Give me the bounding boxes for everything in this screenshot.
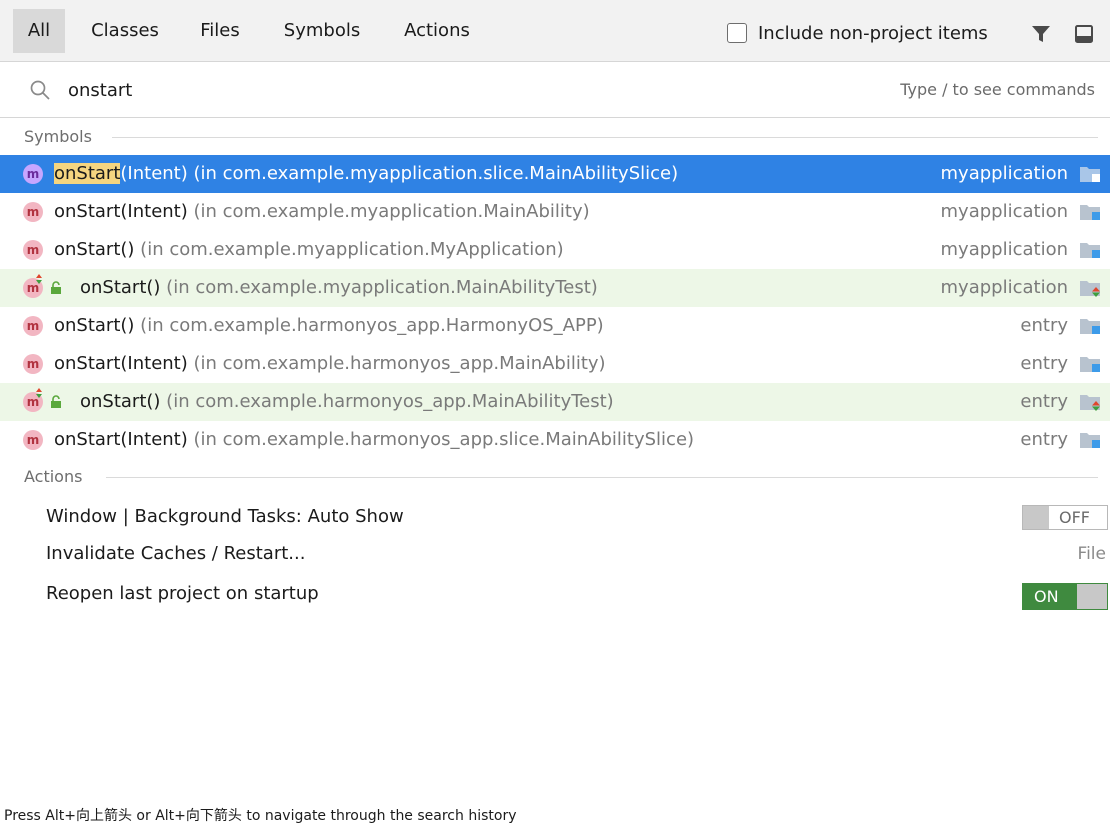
- symbol-text: onStart() (in com.example.harmonyos_app.…: [54, 307, 604, 345]
- match-highlight: onStart: [54, 163, 121, 184]
- action-label: Window | Background Tasks: Auto Show: [46, 506, 404, 527]
- toggle-switch[interactable]: OFF: [1022, 505, 1108, 530]
- module-folder-icon: [1080, 319, 1100, 334]
- action-label: Reopen last project on startup: [46, 583, 319, 604]
- access-lock-icon: [51, 395, 61, 408]
- module-folder-icon: [1080, 433, 1100, 448]
- module-name: entry: [1020, 429, 1068, 450]
- include-non-project-checkbox[interactable]: [727, 23, 747, 43]
- symbol-location: (in com.example.myapplication.slice.Main…: [193, 163, 679, 184]
- toggle-switch[interactable]: ON: [1022, 583, 1108, 610]
- section-divider: [106, 477, 1098, 478]
- section-actions: Actions: [0, 464, 1110, 490]
- symbol-text: onStart(Intent) (in com.example.myapplic…: [54, 155, 678, 193]
- symbol-location: (in com.example.harmonyos_app.slice.Main…: [193, 429, 695, 450]
- include-non-project-toggle[interactable]: Include non-project items: [727, 20, 988, 46]
- symbol-name: onStart(Intent): [54, 353, 188, 374]
- symbol-row[interactable]: m onStart() (in com.example.harmonyos_ap…: [0, 307, 1110, 345]
- window-icon[interactable]: [1073, 23, 1095, 45]
- action-row[interactable]: Reopen last project on startup ON: [0, 574, 1110, 614]
- module-folder-icon: [1080, 167, 1100, 182]
- symbol-row[interactable]: m onStart(Intent) (in com.example.myappl…: [0, 155, 1110, 193]
- search-icon: [30, 80, 50, 100]
- filter-icon[interactable]: [1031, 24, 1051, 44]
- module-name: myapplication: [940, 201, 1068, 222]
- method-icon: m: [23, 240, 43, 260]
- symbol-name: onStart(): [54, 239, 135, 260]
- tab-classes[interactable]: Classes: [78, 9, 172, 53]
- test-run-icon: [36, 274, 42, 284]
- method-icon: m: [23, 202, 43, 222]
- access-lock-icon: [51, 281, 61, 294]
- symbol-row[interactable]: m onStart(Intent) (in com.example.myappl…: [0, 193, 1110, 231]
- symbol-text: onStart() (in com.example.harmonyos_app.…: [80, 383, 614, 421]
- method-icon: m: [23, 316, 43, 336]
- search-input[interactable]: [68, 75, 768, 105]
- symbol-text: onStart() (in com.example.myapplication.…: [80, 269, 598, 307]
- symbol-text: onStart() (in com.example.myapplication.…: [54, 231, 564, 269]
- method-icon: m: [23, 354, 43, 374]
- module-name: entry: [1020, 391, 1068, 412]
- symbol-text: onStart(Intent) (in com.example.harmonyo…: [54, 421, 694, 459]
- module-name: entry: [1020, 315, 1068, 336]
- symbol-location: (in com.example.myapplication.MainAbilit…: [193, 201, 590, 222]
- symbol-name: onStart(): [80, 391, 161, 412]
- tab-actions[interactable]: Actions: [390, 9, 484, 53]
- symbol-location: (in com.example.harmonyos_app.MainAbilit…: [166, 391, 614, 412]
- tab-symbols[interactable]: Symbols: [270, 9, 374, 53]
- status-footer: Press Alt+向上箭头 or Alt+向下箭头 to navigate t…: [0, 806, 1110, 827]
- test-run-icon: [36, 388, 42, 398]
- test-folder-icon: [1080, 395, 1100, 411]
- symbol-text: onStart(Intent) (in com.example.myapplic…: [54, 193, 590, 231]
- action-label: Invalidate Caches / Restart...: [46, 543, 306, 564]
- toggle-knob: [1077, 584, 1107, 609]
- toggle-state: ON: [1034, 587, 1059, 606]
- section-divider: [112, 137, 1098, 138]
- symbol-name: onStart(): [80, 277, 161, 298]
- toggle-state: OFF: [1059, 508, 1090, 527]
- symbol-name: onStart(Intent): [54, 201, 188, 222]
- search-row: Type / to see commands: [0, 62, 1110, 118]
- symbol-row[interactable]: m onStart() (in com.example.myapplicatio…: [0, 231, 1110, 269]
- method-icon: m: [23, 430, 43, 450]
- search-hint: Type / to see commands: [900, 80, 1095, 99]
- action-row[interactable]: Invalidate Caches / Restart... File: [0, 534, 1110, 574]
- symbol-row[interactable]: m onStart() (in com.example.harmonyos_ap…: [0, 383, 1110, 421]
- symbol-name: onStart(Intent): [54, 429, 188, 450]
- symbol-signature: (Intent): [120, 163, 188, 184]
- module-name: myapplication: [940, 277, 1068, 298]
- module-name: myapplication: [940, 163, 1068, 184]
- test-folder-icon: [1080, 281, 1100, 297]
- module-folder-icon: [1080, 357, 1100, 372]
- search-everywhere-tabbar: All Classes Files Symbols Actions Includ…: [0, 0, 1110, 62]
- symbol-text: onStart(Intent) (in com.example.harmonyo…: [54, 345, 606, 383]
- section-actions-label: Actions: [24, 467, 83, 486]
- symbol-name: onStart(): [54, 315, 135, 336]
- module-folder-icon: [1080, 243, 1100, 258]
- symbol-location: (in com.example.myapplication.MainAbilit…: [166, 277, 598, 298]
- symbol-row[interactable]: m onStart() (in com.example.myapplicatio…: [0, 269, 1110, 307]
- search-history-hint: Press Alt+向上箭头 or Alt+向下箭头 to navigate t…: [4, 808, 517, 824]
- module-folder-icon: [1080, 205, 1100, 220]
- method-icon: m: [23, 164, 43, 184]
- tab-files[interactable]: Files: [188, 9, 252, 53]
- module-name: entry: [1020, 353, 1068, 374]
- action-row[interactable]: Window | Background Tasks: Auto Show OFF: [0, 497, 1110, 537]
- section-symbols-label: Symbols: [24, 127, 92, 146]
- module-name: myapplication: [940, 239, 1068, 260]
- section-symbols: Symbols: [0, 124, 1110, 150]
- symbol-location: (in com.example.harmonyos_app.MainAbilit…: [193, 353, 606, 374]
- symbol-row[interactable]: m onStart(Intent) (in com.example.harmon…: [0, 345, 1110, 383]
- tab-all[interactable]: All: [13, 9, 65, 53]
- symbol-row[interactable]: m onStart(Intent) (in com.example.harmon…: [0, 421, 1110, 459]
- include-non-project-label: Include non-project items: [758, 22, 988, 44]
- action-group-label: File: [1077, 544, 1106, 564]
- symbol-location: (in com.example.harmonyos_app.HarmonyOS_…: [140, 315, 604, 336]
- symbol-location: (in com.example.myapplication.MyApplicat…: [140, 239, 564, 260]
- toggle-knob: [1023, 506, 1049, 529]
